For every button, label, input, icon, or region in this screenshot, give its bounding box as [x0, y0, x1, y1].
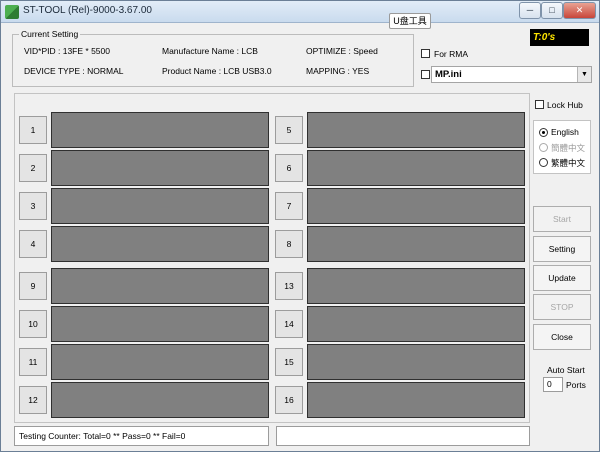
for-rma-checkbox[interactable]: [421, 49, 430, 58]
mapping-text: MAPPING : YES: [306, 66, 370, 76]
port-status-slot: [307, 268, 525, 304]
title-bar[interactable]: ST-TOOL (Rel)-9000-3.67.00 ─ □ ✕: [1, 1, 599, 23]
port-number-button[interactable]: 15: [275, 348, 303, 376]
port-status-slot: [51, 226, 269, 262]
port-status-slot: [51, 344, 269, 380]
port-number-button[interactable]: 14: [275, 310, 303, 338]
mp-file-value: MP.ini: [435, 69, 462, 80]
setting-button[interactable]: Setting: [533, 236, 591, 262]
port-status-slot: [51, 188, 269, 224]
port-status-slot: [307, 188, 525, 224]
stop-button[interactable]: STOP: [533, 294, 591, 320]
port-number-button[interactable]: 12: [19, 386, 47, 414]
port-number-button[interactable]: 1: [19, 116, 47, 144]
update-button[interactable]: Update: [533, 265, 591, 291]
language-radio-simplified-chinese[interactable]: [539, 143, 548, 152]
language-label-traditional-chinese: 繁體中文: [551, 158, 586, 168]
current-setting-legend: Current Setting: [19, 29, 81, 39]
mp-file-select[interactable]: MP.ini ▼: [431, 66, 592, 83]
language-group: English 簡體中文 繁體中文: [533, 120, 591, 174]
auto-start-ports-input[interactable]: 0: [543, 377, 563, 392]
port-number-button[interactable]: 13: [275, 272, 303, 300]
language-radio-traditional-chinese[interactable]: [539, 158, 548, 167]
port-status-slot: [51, 382, 269, 418]
app-icon: [5, 5, 19, 19]
close-window-button[interactable]: ✕: [563, 2, 596, 19]
minimize-button[interactable]: ─: [519, 2, 541, 19]
port-number-button[interactable]: 11: [19, 348, 47, 376]
udisk-tool-button[interactable]: U盘工具: [389, 13, 431, 29]
port-number-button[interactable]: 5: [275, 116, 303, 144]
mp-file-checkbox[interactable]: [421, 70, 430, 79]
auto-start-ports-label: Ports: [566, 380, 586, 390]
port-number-button[interactable]: 8: [275, 230, 303, 258]
port-status-slot: [51, 112, 269, 148]
device-type-text: DEVICE TYPE : NORMAL: [24, 66, 124, 76]
optimize-text: OPTIMIZE : Speed: [306, 46, 378, 56]
port-number-button[interactable]: 10: [19, 310, 47, 338]
lock-hub-label: Lock Hub: [547, 100, 583, 110]
language-label-simplified-chinese: 簡體中文: [551, 143, 586, 153]
current-setting-group: Current Setting VID*PID : 13FE * 5500 Ma…: [12, 29, 414, 87]
port-number-button[interactable]: 7: [275, 192, 303, 220]
port-number-button[interactable]: 16: [275, 386, 303, 414]
port-number-button[interactable]: 6: [275, 154, 303, 182]
secondary-status: [276, 426, 530, 446]
port-status-slot: [307, 306, 525, 342]
port-number-button[interactable]: 4: [19, 230, 47, 258]
timer-display: T:0's: [530, 29, 589, 46]
window-title: ST-TOOL (Rel)-9000-3.67.00: [23, 5, 152, 16]
port-status-slot: [307, 226, 525, 262]
port-number-button[interactable]: 3: [19, 192, 47, 220]
port-status-slot: [307, 382, 525, 418]
language-label-english: English: [551, 127, 579, 137]
port-status-slot: [51, 306, 269, 342]
port-status-slot: [307, 344, 525, 380]
maximize-button[interactable]: □: [541, 2, 563, 19]
port-status-slot: [307, 150, 525, 186]
lock-hub-checkbox[interactable]: [535, 100, 544, 109]
port-status-slot: [51, 150, 269, 186]
close-button[interactable]: Close: [533, 324, 591, 350]
main-window: ST-TOOL (Rel)-9000-3.67.00 ─ □ ✕ U盘工具 T:…: [0, 0, 600, 452]
port-grid: 1 2 3 4 9 10 11 12 5 6 7 8 13 14 15 16: [14, 93, 530, 423]
port-number-button[interactable]: 9: [19, 272, 47, 300]
manufacture-name-text: Manufacture Name : LCB: [162, 46, 258, 56]
vid-pid-text: VID*PID : 13FE * 5500: [24, 46, 110, 56]
product-name-text: Product Name : LCB USB3.0: [162, 66, 272, 76]
for-rma-label: For RMA: [434, 49, 468, 59]
port-status-slot: [51, 268, 269, 304]
port-number-button[interactable]: 2: [19, 154, 47, 182]
testing-counter-status: Testing Counter: Total=0 ** Pass=0 ** Fa…: [14, 426, 269, 446]
language-radio-english[interactable]: [539, 128, 548, 137]
start-button[interactable]: Start: [533, 206, 591, 232]
auto-start-label: Auto Start: [547, 365, 585, 375]
port-status-slot: [307, 112, 525, 148]
chevron-down-icon[interactable]: ▼: [577, 67, 591, 82]
